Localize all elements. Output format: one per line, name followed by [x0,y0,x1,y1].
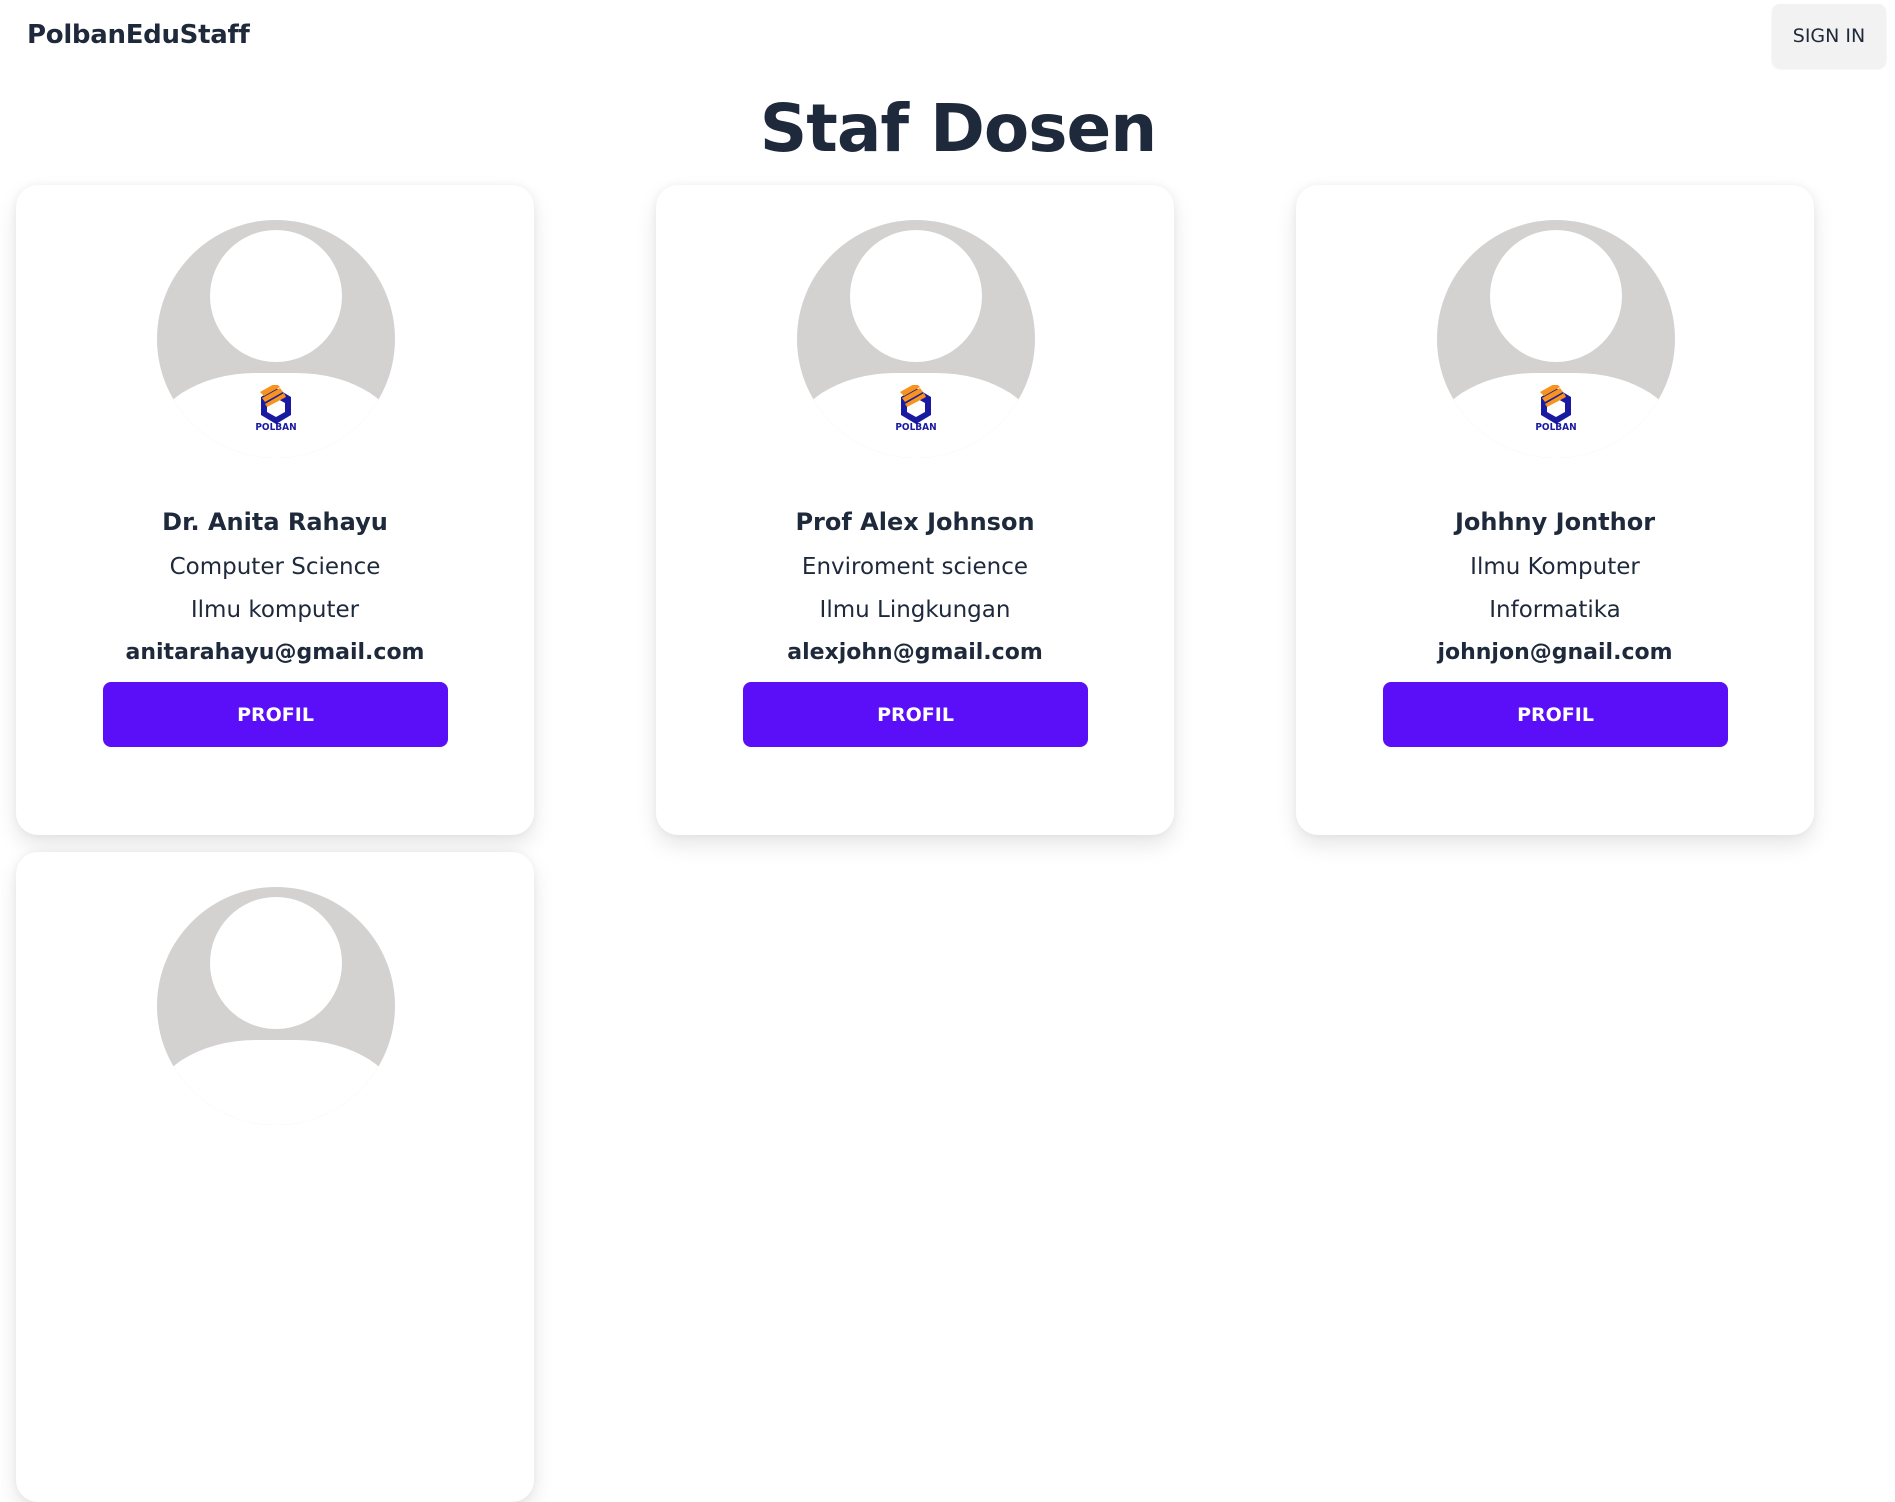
polban-logo: POLBAN [255,385,297,435]
profil-button[interactable]: PROFIL [103,682,448,747]
staff-major: Ilmu komputer [190,597,360,623]
staff-name: Dr. Anita Rahayu [162,508,388,536]
staff-email: anitarahayu@gmail.com [125,640,425,665]
profil-button[interactable]: PROFIL [1383,682,1728,747]
staff-major: Informatika [1489,597,1621,623]
staff-card: POLBAN Dr. Anita Rahayu Computer Science… [16,185,534,835]
staff-department: Ilmu Komputer [1470,554,1640,580]
page-title: Staf Dosen [759,90,1157,167]
staff-email: johnjon@gnail.com [1437,640,1673,665]
staff-name: Johhny Jonthor [1454,508,1656,536]
staff-email: alexjohn@gmail.com [787,640,1043,665]
brand-logo[interactable]: PolbanEduStaff [27,20,250,50]
staff-card: POLBAN Prof Alex Johnson Enviroment scie… [656,185,1174,835]
staff-card [16,852,534,1502]
staff-department: Enviroment science [801,554,1029,580]
profil-button[interactable]: PROFIL [743,682,1088,747]
avatar [157,887,395,1125]
sign-in-button[interactable]: SIGN IN [1772,4,1886,68]
staff-name: Prof Alex Johnson [795,508,1035,536]
polban-logo: POLBAN [895,385,937,435]
staff-department: Computer Science [169,554,381,580]
staff-card: POLBAN Johhny Jonthor Ilmu Komputer Info… [1296,185,1814,835]
staff-major: Ilmu Lingkungan [819,597,1011,623]
polban-logo: POLBAN [1535,385,1577,435]
